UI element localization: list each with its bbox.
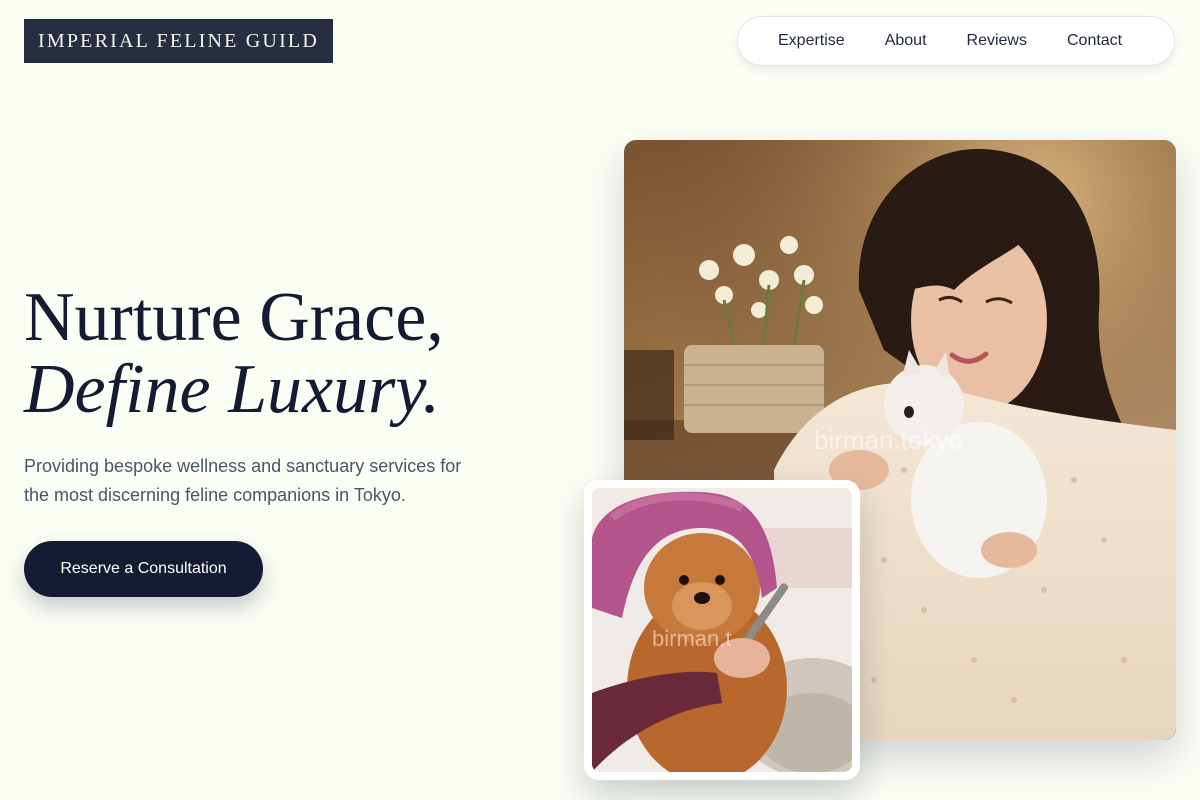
nav-item-expertise[interactable]: Expertise <box>778 32 845 50</box>
top-nav: Expertise About Reviews Contact <box>737 16 1175 66</box>
nav-item-about[interactable]: About <box>885 32 927 50</box>
hero-headline: Nurture Grace, Define Luxury. <box>24 282 444 426</box>
secondary-photo-card: birman.t <box>584 480 860 780</box>
secondary-photo-dog-grooming: birman.t <box>592 488 852 772</box>
landing-page: IMPERIAL FELINE GUILD Expertise About Re… <box>0 0 1200 800</box>
reserve-consultation-button[interactable]: Reserve a Consultation <box>24 541 263 597</box>
nav-item-reviews[interactable]: Reviews <box>967 32 1027 50</box>
hero-headline-line2: Define Luxury. <box>24 351 441 428</box>
hero-headline-line1: Nurture Grace, <box>24 279 444 356</box>
secondary-photo-illustration <box>592 488 852 772</box>
nav-item-contact[interactable]: Contact <box>1067 32 1122 50</box>
brand-logo[interactable]: IMPERIAL FELINE GUILD <box>24 19 333 63</box>
hero-subtitle: Providing bespoke wellness and sanctuary… <box>24 456 462 505</box>
